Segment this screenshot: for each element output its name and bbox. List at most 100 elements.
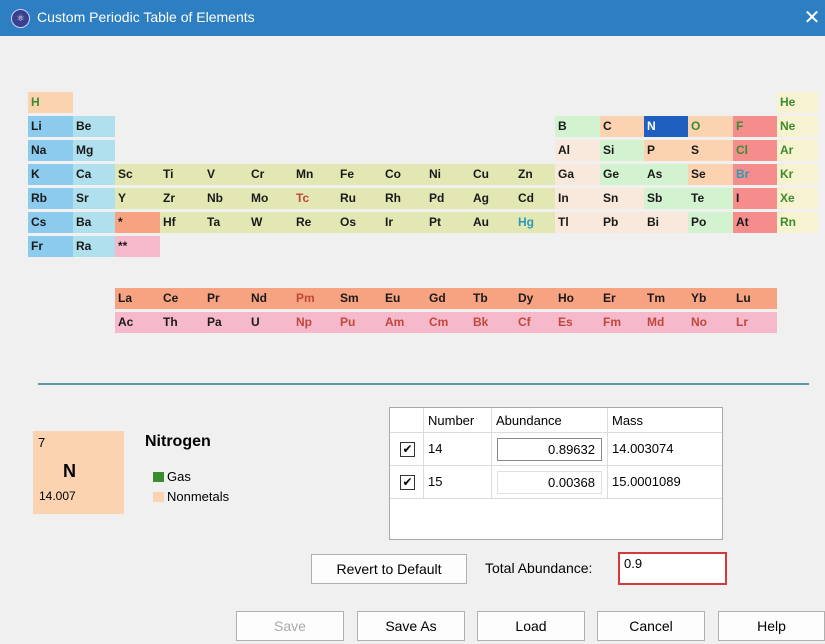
element-cell-n[interactable]: N — [644, 116, 688, 137]
element-cell-lanthanide-ref[interactable]: * — [115, 212, 160, 233]
element-cell-cr[interactable]: Cr — [248, 164, 293, 185]
element-cell-sn[interactable]: Sn — [600, 188, 644, 209]
element-cell-be[interactable]: Be — [73, 116, 115, 137]
element-cell-eu[interactable]: Eu — [382, 288, 426, 309]
element-cell-in[interactable]: In — [555, 188, 600, 209]
element-cell-rh[interactable]: Rh — [382, 188, 426, 209]
element-cell-ce[interactable]: Ce — [160, 288, 204, 309]
element-cell-am[interactable]: Am — [382, 312, 426, 333]
element-cell-xe[interactable]: Xe — [777, 188, 818, 209]
element-cell-s[interactable]: S — [688, 140, 733, 161]
element-cell-ba[interactable]: Ba — [73, 212, 115, 233]
element-cell-zn[interactable]: Zn — [515, 164, 555, 185]
element-cell-sr[interactable]: Sr — [73, 188, 115, 209]
element-cell-he[interactable]: He — [777, 92, 818, 113]
element-cell-ca[interactable]: Ca — [73, 164, 115, 185]
element-cell-fr[interactable]: Fr — [28, 236, 73, 257]
element-cell-li[interactable]: Li — [28, 116, 73, 137]
element-cell-rb[interactable]: Rb — [28, 188, 73, 209]
element-cell-br[interactable]: Br — [733, 164, 777, 185]
element-cell-y[interactable]: Y — [115, 188, 160, 209]
element-cell-p[interactable]: P — [644, 140, 688, 161]
element-cell-re[interactable]: Re — [293, 212, 337, 233]
element-cell-au[interactable]: Au — [470, 212, 515, 233]
element-cell-pr[interactable]: Pr — [204, 288, 248, 309]
element-cell-la[interactable]: La — [115, 288, 160, 309]
element-cell-mo[interactable]: Mo — [248, 188, 293, 209]
total-abundance-field[interactable]: 0.9 — [618, 552, 727, 585]
element-cell-ni[interactable]: Ni — [426, 164, 470, 185]
element-cell-sm[interactable]: Sm — [337, 288, 382, 309]
element-cell-fe[interactable]: Fe — [337, 164, 382, 185]
revert-to-default-button[interactable]: Revert to Default — [311, 554, 467, 584]
element-cell-lr[interactable]: Lr — [733, 312, 777, 333]
element-cell-cf[interactable]: Cf — [515, 312, 555, 333]
element-cell-np[interactable]: Np — [293, 312, 337, 333]
element-cell-zr[interactable]: Zr — [160, 188, 204, 209]
element-cell-ge[interactable]: Ge — [600, 164, 644, 185]
element-cell-ir[interactable]: Ir — [382, 212, 426, 233]
element-cell-ne[interactable]: Ne — [777, 116, 818, 137]
element-cell-md[interactable]: Md — [644, 312, 688, 333]
save-button[interactable]: Save — [236, 611, 344, 641]
element-cell-k[interactable]: K — [28, 164, 73, 185]
element-cell-fm[interactable]: Fm — [600, 312, 644, 333]
element-cell-sc[interactable]: Sc — [115, 164, 160, 185]
element-cell-ho[interactable]: Ho — [555, 288, 600, 309]
element-cell-cu[interactable]: Cu — [470, 164, 515, 185]
element-cell-th[interactable]: Th — [160, 312, 204, 333]
element-cell-te[interactable]: Te — [688, 188, 733, 209]
element-cell-tb[interactable]: Tb — [470, 288, 515, 309]
element-cell-cm[interactable]: Cm — [426, 312, 470, 333]
abundance-input[interactable]: 0.89632 — [497, 438, 602, 461]
element-cell-tc[interactable]: Tc — [293, 188, 337, 209]
element-cell-gd[interactable]: Gd — [426, 288, 470, 309]
element-cell-ru[interactable]: Ru — [337, 188, 382, 209]
element-cell-se[interactable]: Se — [688, 164, 733, 185]
element-cell-no[interactable]: No — [688, 312, 733, 333]
abundance-input[interactable]: 0.00368 — [497, 471, 602, 494]
element-cell-sb[interactable]: Sb — [644, 188, 688, 209]
element-cell-at[interactable]: At — [733, 212, 777, 233]
element-cell-ta[interactable]: Ta — [204, 212, 248, 233]
element-cell-na[interactable]: Na — [28, 140, 73, 161]
element-cell-nb[interactable]: Nb — [204, 188, 248, 209]
element-cell-rn[interactable]: Rn — [777, 212, 818, 233]
element-cell-kr[interactable]: Kr — [777, 164, 818, 185]
element-cell-nd[interactable]: Nd — [248, 288, 293, 309]
element-cell-hg[interactable]: Hg — [515, 212, 555, 233]
element-cell-po[interactable]: Po — [688, 212, 733, 233]
element-cell-c[interactable]: C — [600, 116, 644, 137]
element-cell-w[interactable]: W — [248, 212, 293, 233]
element-cell-pd[interactable]: Pd — [426, 188, 470, 209]
element-cell-ar[interactable]: Ar — [777, 140, 818, 161]
element-cell-tm[interactable]: Tm — [644, 288, 688, 309]
cancel-button[interactable]: Cancel — [597, 611, 705, 641]
element-cell-si[interactable]: Si — [600, 140, 644, 161]
help-button[interactable]: Help — [718, 611, 825, 641]
element-cell-h[interactable]: H — [28, 92, 73, 113]
element-cell-er[interactable]: Er — [600, 288, 644, 309]
element-cell-as[interactable]: As — [644, 164, 688, 185]
element-cell-pm[interactable]: Pm — [293, 288, 337, 309]
element-cell-ac[interactable]: Ac — [115, 312, 160, 333]
element-cell-o[interactable]: O — [688, 116, 733, 137]
element-cell-b[interactable]: B — [555, 116, 600, 137]
isotope-checkbox[interactable]: ✔ — [400, 442, 415, 457]
load-button[interactable]: Load — [477, 611, 585, 641]
element-cell-yb[interactable]: Yb — [688, 288, 733, 309]
element-cell-ag[interactable]: Ag — [470, 188, 515, 209]
element-cell-i[interactable]: I — [733, 188, 777, 209]
save-as-button[interactable]: Save As — [357, 611, 465, 641]
element-cell-u[interactable]: U — [248, 312, 293, 333]
element-cell-mg[interactable]: Mg — [73, 140, 115, 161]
element-cell-co[interactable]: Co — [382, 164, 426, 185]
element-cell-pu[interactable]: Pu — [337, 312, 382, 333]
element-cell-pt[interactable]: Pt — [426, 212, 470, 233]
element-cell-f[interactable]: F — [733, 116, 777, 137]
element-cell-al[interactable]: Al — [555, 140, 600, 161]
element-cell-cl[interactable]: Cl — [733, 140, 777, 161]
element-cell-os[interactable]: Os — [337, 212, 382, 233]
element-cell-dy[interactable]: Dy — [515, 288, 555, 309]
element-cell-hf[interactable]: Hf — [160, 212, 204, 233]
